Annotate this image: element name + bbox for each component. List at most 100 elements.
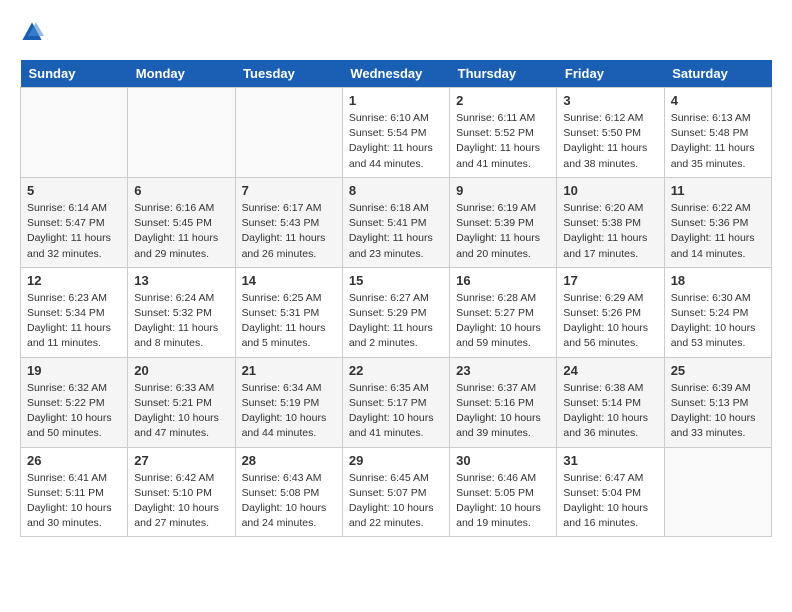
day-number: 7 [242, 183, 336, 198]
day-number: 22 [349, 363, 443, 378]
day-info: Sunrise: 6:43 AM Sunset: 5:08 PM Dayligh… [242, 471, 336, 532]
calendar-body: 1 Sunrise: 6:10 AM Sunset: 5:54 PM Daylig… [21, 88, 772, 537]
logo [20, 20, 46, 44]
day-number: 20 [134, 363, 228, 378]
day-number: 12 [27, 273, 121, 288]
calendar-cell: 10 Sunrise: 6:20 AM Sunset: 5:38 PM Dayli… [557, 177, 664, 267]
calendar-cell: 24Sunrise: 6:38 AM Sunset: 5:14 PM Dayli… [557, 357, 664, 447]
header-saturday: Saturday [664, 60, 771, 88]
day-number: 13 [134, 273, 228, 288]
calendar-cell: 27Sunrise: 6:42 AM Sunset: 5:10 PM Dayli… [128, 447, 235, 537]
calendar-cell: 26 Sunrise: 6:41 AM Sunset: 5:11 PM Dayli… [21, 447, 128, 537]
calendar-cell: 14 Sunrise: 6:25 AM Sunset: 5:31 PM Dayli… [235, 267, 342, 357]
day-number: 23 [456, 363, 550, 378]
day-number: 14 [242, 273, 336, 288]
header-thursday: Thursday [450, 60, 557, 88]
calendar-cell: 4Sunrise: 6:13 AM Sunset: 5:48 PM Daylig… [664, 88, 771, 178]
calendar-cell: 15 Sunrise: 6:27 AM Sunset: 5:29 PM Dayli… [342, 267, 449, 357]
day-number: 30 [456, 453, 550, 468]
day-info: Sunrise: 6:11 AM Sunset: 5:52 PM Dayligh… [456, 111, 550, 172]
header-monday: Monday [128, 60, 235, 88]
day-number: 25 [671, 363, 765, 378]
day-info: Sunrise: 6:28 AM Sunset: 5:27 PM Dayligh… [456, 291, 550, 352]
day-info: Sunrise: 6:29 AM Sunset: 5:26 PM Dayligh… [563, 291, 657, 352]
calendar-cell: 17 Sunrise: 6:29 AM Sunset: 5:26 PM Dayli… [557, 267, 664, 357]
day-info: Sunrise: 6:42 AM Sunset: 5:10 PM Dayligh… [134, 471, 228, 532]
calendar-cell [235, 88, 342, 178]
day-number: 5 [27, 183, 121, 198]
day-info: Sunrise: 6:39 AM Sunset: 5:13 PM Dayligh… [671, 381, 765, 442]
calendar-cell: 18 Sunrise: 6:30 AM Sunset: 5:24 PM Dayli… [664, 267, 771, 357]
day-info: Sunrise: 6:33 AM Sunset: 5:21 PM Dayligh… [134, 381, 228, 442]
day-info: Sunrise: 6:35 AM Sunset: 5:17 PM Dayligh… [349, 381, 443, 442]
day-info: Sunrise: 6:12 AM Sunset: 5:50 PM Dayligh… [563, 111, 657, 172]
calendar-cell: 21 Sunrise: 6:34 AM Sunset: 5:19 PM Dayli… [235, 357, 342, 447]
day-number: 9 [456, 183, 550, 198]
calendar-cell: 2 Sunrise: 6:11 AM Sunset: 5:52 PM Daylig… [450, 88, 557, 178]
calendar-cell [21, 88, 128, 178]
day-number: 26 [27, 453, 121, 468]
calendar-cell: 23 Sunrise: 6:37 AM Sunset: 5:16 PM Dayli… [450, 357, 557, 447]
day-number: 16 [456, 273, 550, 288]
calendar-cell: 25 Sunrise: 6:39 AM Sunset: 5:13 PM Dayli… [664, 357, 771, 447]
calendar-cell: 22 Sunrise: 6:35 AM Sunset: 5:17 PM Dayli… [342, 357, 449, 447]
week-row-3: 19 Sunrise: 6:32 AM Sunset: 5:22 PM Dayli… [21, 357, 772, 447]
day-number: 17 [563, 273, 657, 288]
calendar-cell: 6Sunrise: 6:16 AM Sunset: 5:45 PM Daylig… [128, 177, 235, 267]
header-row: SundayMondayTuesdayWednesdayThursdayFrid… [21, 60, 772, 88]
day-number: 3 [563, 93, 657, 108]
calendar-cell: 20 Sunrise: 6:33 AM Sunset: 5:21 PM Dayli… [128, 357, 235, 447]
day-info: Sunrise: 6:34 AM Sunset: 5:19 PM Dayligh… [242, 381, 336, 442]
day-number: 1 [349, 93, 443, 108]
day-info: Sunrise: 6:25 AM Sunset: 5:31 PM Dayligh… [242, 291, 336, 352]
calendar-cell: 30 Sunrise: 6:46 AM Sunset: 5:05 PM Dayli… [450, 447, 557, 537]
calendar-cell: 29 Sunrise: 6:45 AM Sunset: 5:07 PM Dayli… [342, 447, 449, 537]
day-info: Sunrise: 6:41 AM Sunset: 5:11 PM Dayligh… [27, 471, 121, 532]
day-info: Sunrise: 6:10 AM Sunset: 5:54 PM Dayligh… [349, 111, 443, 172]
day-number: 10 [563, 183, 657, 198]
day-info: Sunrise: 6:45 AM Sunset: 5:07 PM Dayligh… [349, 471, 443, 532]
day-info: Sunrise: 6:47 AM Sunset: 5:04 PM Dayligh… [563, 471, 657, 532]
day-info: Sunrise: 6:27 AM Sunset: 5:29 PM Dayligh… [349, 291, 443, 352]
calendar-cell: 28 Sunrise: 6:43 AM Sunset: 5:08 PM Dayli… [235, 447, 342, 537]
calendar-cell: 13 Sunrise: 6:24 AM Sunset: 5:32 PM Dayli… [128, 267, 235, 357]
calendar-cell [664, 447, 771, 537]
page-header [20, 20, 772, 44]
day-number: 8 [349, 183, 443, 198]
day-info: Sunrise: 6:38 AM Sunset: 5:14 PM Dayligh… [563, 381, 657, 442]
calendar-header: SundayMondayTuesdayWednesdayThursdayFrid… [21, 60, 772, 88]
day-number: 15 [349, 273, 443, 288]
calendar-cell: 7 Sunrise: 6:17 AM Sunset: 5:43 PM Daylig… [235, 177, 342, 267]
day-number: 19 [27, 363, 121, 378]
day-info: Sunrise: 6:13 AM Sunset: 5:48 PM Dayligh… [671, 111, 765, 172]
header-sunday: Sunday [21, 60, 128, 88]
calendar-cell: 5 Sunrise: 6:14 AM Sunset: 5:47 PM Daylig… [21, 177, 128, 267]
day-info: Sunrise: 6:14 AM Sunset: 5:47 PM Dayligh… [27, 201, 121, 262]
day-info: Sunrise: 6:46 AM Sunset: 5:05 PM Dayligh… [456, 471, 550, 532]
day-info: Sunrise: 6:32 AM Sunset: 5:22 PM Dayligh… [27, 381, 121, 442]
day-info: Sunrise: 6:17 AM Sunset: 5:43 PM Dayligh… [242, 201, 336, 262]
week-row-1: 5 Sunrise: 6:14 AM Sunset: 5:47 PM Daylig… [21, 177, 772, 267]
header-friday: Friday [557, 60, 664, 88]
day-number: 2 [456, 93, 550, 108]
calendar-cell: 16 Sunrise: 6:28 AM Sunset: 5:27 PM Dayli… [450, 267, 557, 357]
day-info: Sunrise: 6:30 AM Sunset: 5:24 PM Dayligh… [671, 291, 765, 352]
day-number: 28 [242, 453, 336, 468]
day-number: 18 [671, 273, 765, 288]
calendar-cell: 19 Sunrise: 6:32 AM Sunset: 5:22 PM Dayli… [21, 357, 128, 447]
day-number: 29 [349, 453, 443, 468]
day-info: Sunrise: 6:20 AM Sunset: 5:38 PM Dayligh… [563, 201, 657, 262]
day-info: Sunrise: 6:37 AM Sunset: 5:16 PM Dayligh… [456, 381, 550, 442]
calendar-cell: 11Sunrise: 6:22 AM Sunset: 5:36 PM Dayli… [664, 177, 771, 267]
day-info: Sunrise: 6:24 AM Sunset: 5:32 PM Dayligh… [134, 291, 228, 352]
week-row-4: 26 Sunrise: 6:41 AM Sunset: 5:11 PM Dayli… [21, 447, 772, 537]
calendar-cell [128, 88, 235, 178]
week-row-0: 1 Sunrise: 6:10 AM Sunset: 5:54 PM Daylig… [21, 88, 772, 178]
day-info: Sunrise: 6:22 AM Sunset: 5:36 PM Dayligh… [671, 201, 765, 262]
calendar-table: SundayMondayTuesdayWednesdayThursdayFrid… [20, 60, 772, 537]
calendar-cell: 31Sunrise: 6:47 AM Sunset: 5:04 PM Dayli… [557, 447, 664, 537]
calendar-cell: 12Sunrise: 6:23 AM Sunset: 5:34 PM Dayli… [21, 267, 128, 357]
day-number: 21 [242, 363, 336, 378]
calendar-cell: 3 Sunrise: 6:12 AM Sunset: 5:50 PM Daylig… [557, 88, 664, 178]
day-info: Sunrise: 6:19 AM Sunset: 5:39 PM Dayligh… [456, 201, 550, 262]
